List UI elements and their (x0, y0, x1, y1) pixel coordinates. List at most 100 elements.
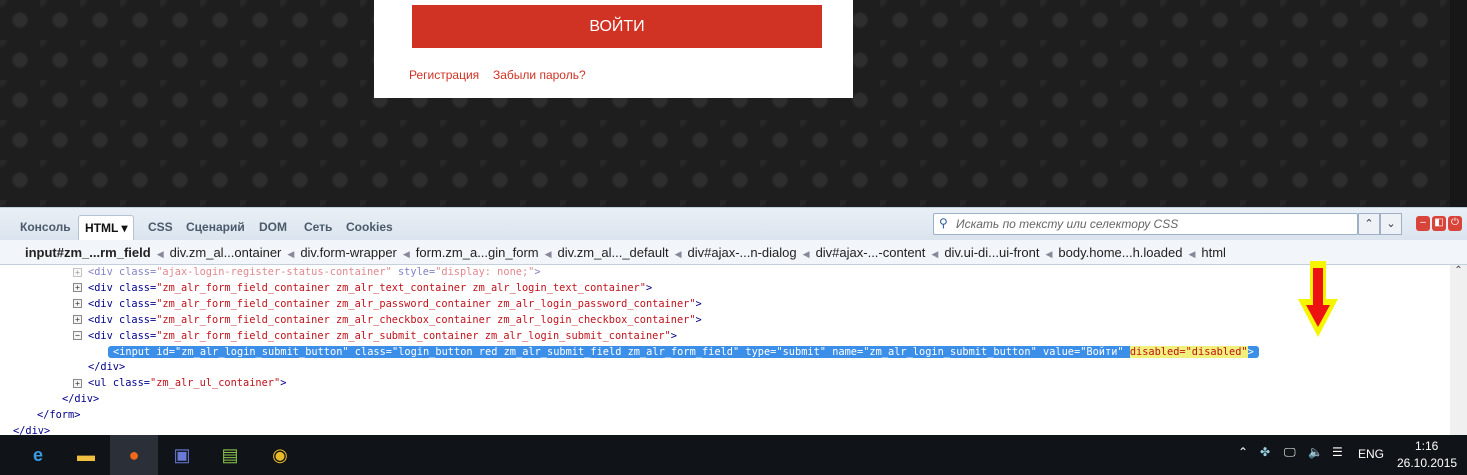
code-token: > (695, 313, 702, 326)
edge-icon[interactable]: e (14, 435, 62, 475)
detach-icon[interactable]: ◧ (1432, 216, 1446, 231)
breadcrumb-item[interactable]: div.form-wrapper (300, 245, 397, 260)
notifications-icon[interactable]: ☰ (1332, 445, 1343, 459)
code-line[interactable]: + <ul class="zm_alr_ul_container"> (73, 376, 286, 391)
notepad-app-icon[interactable]: ▤ (206, 435, 254, 475)
code-scrollbar[interactable]: ⌃ (1450, 265, 1467, 435)
expand-icon[interactable]: + (73, 283, 82, 293)
code-token: name= (826, 345, 864, 358)
breadcrumb-item[interactable]: div.zm_al..._default (558, 245, 669, 260)
taskbar: e ▬ ● ▣ ▤ ◉ ⌃ ✤ 🖵 🔈 ☰ ENG 1:16 26.10.201… (0, 435, 1467, 475)
code-token: <div (88, 313, 119, 326)
tab-css[interactable]: CSS (142, 215, 179, 241)
language-indicator[interactable]: ENG (1358, 447, 1384, 461)
code-line[interactable]: </div> (13, 424, 50, 435)
breadcrumb-separator-icon: ◀ (287, 249, 295, 259)
breadcrumb: input#zm_...rm_field ◀ div.zm_al...ontaine… (0, 240, 1467, 265)
register-link[interactable]: Регистрация (409, 68, 479, 82)
breadcrumb-separator-icon: ◀ (931, 249, 939, 259)
code-line[interactable]: + <div class="zm_alr_form_field_container… (73, 281, 652, 296)
login-button[interactable]: ВОЙТИ (412, 5, 822, 48)
clock-time[interactable]: 1:16 (1415, 439, 1438, 453)
code-token: > (1247, 345, 1254, 358)
code-line[interactable]: + <div class="zm_alr_form_field_container… (73, 313, 702, 328)
minimize-icon[interactable]: – (1416, 216, 1430, 231)
forgot-password-link[interactable]: Забыли пароль? (493, 68, 586, 82)
breadcrumb-item[interactable]: body.home...h.loaded (1058, 245, 1182, 260)
chrome-icon[interactable]: ◉ (256, 435, 304, 475)
expand-icon[interactable]: + (73, 315, 82, 325)
code-line[interactable]: </div> (88, 360, 125, 375)
breadcrumb-item[interactable]: form.zm_a...gin_form (416, 245, 539, 260)
firefox-icon[interactable]: ● (110, 435, 158, 475)
expand-icon[interactable]: + (73, 267, 82, 277)
code-token: type= (739, 345, 777, 358)
code-content: </form> (37, 409, 80, 421)
code-content: <div class="ajax-login-register-status-c… (88, 266, 541, 278)
breadcrumb-item[interactable]: input#zm_...rm_field (25, 245, 151, 260)
tab-script[interactable]: Сценарий (180, 215, 251, 241)
code-content: </div> (88, 361, 125, 373)
code-line[interactable]: </div> (62, 392, 99, 407)
volume-icon[interactable]: 🔈 (1308, 445, 1323, 459)
tab-dom[interactable]: DOM (253, 215, 293, 241)
code-token: class= (119, 313, 157, 326)
collapse-icon[interactable]: − (73, 331, 82, 341)
code-token: </div> (62, 393, 100, 406)
code-content: </div> (13, 425, 50, 435)
expand-icon[interactable]: + (73, 378, 82, 388)
chevron-up-icon[interactable]: ⌃ (1238, 445, 1248, 459)
network-icon[interactable]: 🖵 (1284, 445, 1296, 460)
code-line[interactable]: + <div class="zm_alr_form_field_container… (73, 297, 702, 312)
breadcrumb-separator-icon: ◀ (1045, 249, 1053, 259)
code-token: > (280, 377, 287, 390)
page-scrollbar[interactable] (1450, 0, 1467, 207)
search-prev-button[interactable]: ⌃ (1358, 213, 1380, 235)
code-line[interactable]: </form> (37, 408, 80, 423)
code-line[interactable]: + <div class="ajax-login-register-status-… (73, 265, 541, 280)
code-token: class= (348, 345, 393, 358)
clock-date[interactable]: 26.10.2015 (1397, 456, 1457, 470)
code-token: class= (119, 281, 157, 294)
code-token: <div (88, 266, 119, 278)
breadcrumb-item[interactable]: div.ui-di...ui-front (944, 245, 1039, 260)
code-token: > (534, 266, 541, 278)
devtools-toolbar: Консоль HTML ▾ CSS Сценарий DOM Сеть Coo… (0, 207, 1467, 241)
code-token: <ul (88, 377, 113, 390)
code-token: <div (88, 329, 119, 342)
breadcrumb-item[interactable]: div#ajax-...n-dialog (688, 245, 797, 260)
tab-cookies[interactable]: Cookies (340, 215, 399, 241)
code-token: </form> (37, 409, 81, 422)
code-token: id= (156, 345, 176, 358)
dropbox-icon[interactable]: ✤ (1260, 445, 1270, 459)
code-token: "zm_alr_login_submit_button" (863, 345, 1037, 358)
breadcrumb-separator-icon: ◀ (674, 249, 682, 259)
file-explorer-icon[interactable]: ▬ (62, 435, 110, 475)
code-line[interactable]: − <div class="zm_alr_form_field_container… (73, 329, 677, 344)
code-token: > (670, 329, 677, 342)
breadcrumb-separator-icon: ◀ (544, 249, 552, 259)
code-token: </div> (13, 425, 51, 435)
close-icon[interactable]: ⏻ (1448, 216, 1462, 231)
code-token: <input (113, 345, 157, 358)
code-content: <div class="zm_alr_form_field_container … (88, 282, 652, 294)
search-next-button[interactable]: ⌄ (1380, 213, 1402, 235)
login-panel: ВОЙТИ Регистрация Забыли пароль? (374, 0, 853, 98)
code-content: <input id= "zm_alr_login_submit_button" c… (108, 345, 1259, 358)
search-input[interactable]: ⚲ Искать по тексту или селектору CSS (933, 213, 1358, 235)
breadcrumb-item[interactable]: html (1201, 245, 1226, 260)
tab-net[interactable]: Сеть (298, 215, 338, 241)
breadcrumb-item[interactable]: div.zm_al...ontainer (170, 245, 282, 260)
breadcrumb-item[interactable]: div#ajax-...-content (816, 245, 926, 260)
selected-code-line[interactable]: <input id= "zm_alr_login_submit_button" c… (108, 345, 1259, 360)
code-content: <div class="zm_alr_form_field_container … (88, 314, 702, 326)
code-token: class= (119, 329, 157, 342)
search-icon: ⚲ (939, 216, 948, 230)
floppy-app-icon[interactable]: ▣ (158, 435, 206, 475)
breadcrumb-separator-icon: ◀ (1188, 249, 1196, 259)
tab-html[interactable]: HTML ▾ (78, 215, 135, 241)
tab-console[interactable]: Консоль (14, 215, 77, 241)
highlighted-attribute: disabled="disabled" (1129, 345, 1248, 358)
expand-icon[interactable]: + (73, 299, 82, 309)
code-token: > (645, 281, 653, 294)
